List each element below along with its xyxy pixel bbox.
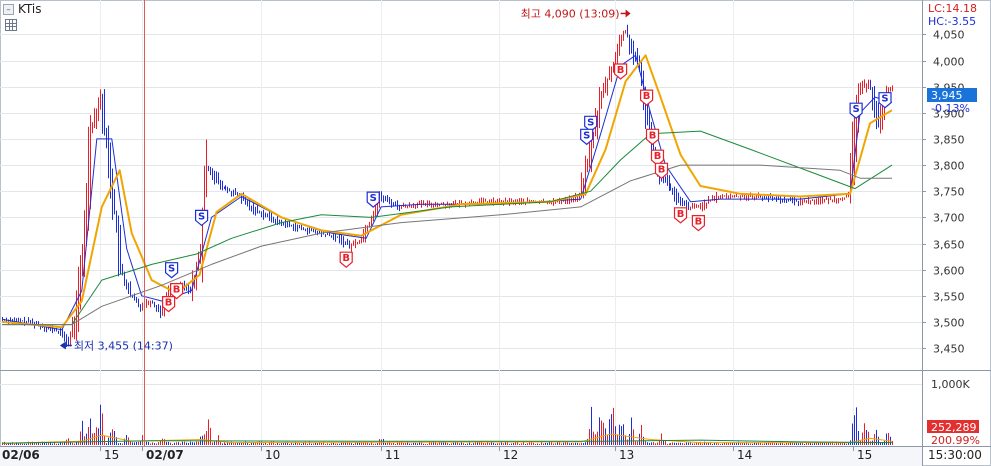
- sell-signal: S: [849, 102, 863, 119]
- signal-letter: B: [617, 65, 625, 76]
- price-tick-label: 3,750: [933, 186, 965, 199]
- stock-chart[interactable]: SBBSBSSSBBBBBBBSS 3,4503,5003,5503,6003,…: [0, 0, 991, 466]
- signal-letter: B: [649, 130, 657, 141]
- ma-60-line: [2, 130, 893, 326]
- signal-letter: B: [658, 164, 666, 175]
- gridlines: [0, 0, 922, 446]
- minimize-icon[interactable]: –: [3, 3, 14, 15]
- signal-letter: B: [695, 217, 703, 228]
- signal-letter: S: [587, 117, 594, 128]
- buy-signal: B: [673, 207, 688, 224]
- time-tick-label: 15:30:00: [928, 448, 982, 462]
- time-tick-label: 15: [104, 448, 119, 462]
- signal-letter: S: [852, 104, 859, 115]
- grid-toggle-icon[interactable]: [5, 19, 17, 31]
- candles: [2, 24, 893, 347]
- current-change: -0.13%: [931, 102, 970, 115]
- chart-title-bar: – KTis: [3, 2, 41, 16]
- signal-letter: S: [168, 264, 175, 275]
- low-annotation: 최저 3,455 (14:37): [74, 339, 173, 352]
- time-tick-label: 10: [265, 448, 280, 462]
- chart-title: KTis: [18, 2, 42, 16]
- time-tick-label: 02/06: [2, 448, 40, 462]
- price-tick-label: 3,700: [933, 212, 965, 225]
- price-tick-label: 3,500: [933, 317, 965, 330]
- time-tick-label: 14: [737, 448, 752, 462]
- time-tick-label: 12: [503, 448, 518, 462]
- outer-border: [0, 0, 991, 466]
- high-arrow-head: [625, 9, 631, 18]
- buy-signal: B: [691, 215, 706, 232]
- buy-signal: B: [645, 128, 660, 146]
- annotations: 최고 4,090 (13:09) 최저 3,455 (14:37): [59, 7, 631, 352]
- lc-indicator: LC:14.18: [928, 2, 977, 15]
- buy-signal: B: [639, 89, 654, 106]
- price-tick-label: 4,050: [933, 29, 965, 42]
- right-tags: LC:14.18 HC:-3.55 3,945 -0.13% 252,289 2…: [927, 2, 980, 447]
- volume-moving-averages: [1, 433, 893, 444]
- signal-letter: S: [370, 193, 377, 204]
- signal-letter: B: [677, 209, 685, 220]
- signal-letter: S: [881, 94, 888, 105]
- volume-current-tag: 252,289: [931, 421, 977, 434]
- price-tick-label: 3,800: [933, 160, 965, 173]
- signal-letter: B: [654, 151, 662, 162]
- time-tick-label: 02/07: [146, 448, 184, 462]
- price-tick-label: 4,000: [933, 56, 965, 69]
- signal-letter: B: [173, 285, 181, 296]
- volume-ma-line: [1, 433, 893, 444]
- buy-signal: B: [613, 63, 628, 80]
- price-tick-label: 3,850: [933, 134, 965, 147]
- time-tick-label: 11: [385, 448, 400, 462]
- time-tick-label: 13: [619, 448, 634, 462]
- volume-max-label: 1,000K: [931, 378, 970, 391]
- buy-signal: B: [339, 251, 353, 268]
- signal-letter: S: [583, 130, 590, 141]
- signal-letter: S: [198, 211, 205, 222]
- signal-letter: B: [165, 298, 173, 309]
- price-axis: 3,450 3,500 3,550 3,600 3,650 3,700 3,750 3,800…: [922, 29, 965, 356]
- trade-signals: SBBSBSSSBBBBBBBSS: [162, 63, 892, 313]
- time-tick-label: 15: [857, 448, 872, 462]
- time-axis-bg: [0, 447, 922, 466]
- volume-ratio: 200.99%: [931, 434, 980, 447]
- panel-frames: [0, 0, 991, 466]
- current-price-tag: 3,945: [931, 89, 963, 102]
- sell-signal: S: [165, 262, 179, 279]
- signal-letter: B: [342, 253, 350, 264]
- sell-signal: S: [580, 128, 594, 146]
- volume-bars: [2, 404, 893, 445]
- price-tick-label: 3,600: [933, 265, 965, 278]
- signal-letter: B: [643, 91, 651, 102]
- price-tick-label: 3,450: [933, 343, 965, 356]
- hc-indicator: HC:-3.55: [928, 15, 976, 28]
- high-annotation: 최고 4,090 (13:09): [521, 7, 620, 20]
- sell-signal: S: [195, 209, 209, 227]
- price-tick-label: 3,550: [933, 291, 965, 304]
- price-tick-label: 3,650: [933, 239, 965, 252]
